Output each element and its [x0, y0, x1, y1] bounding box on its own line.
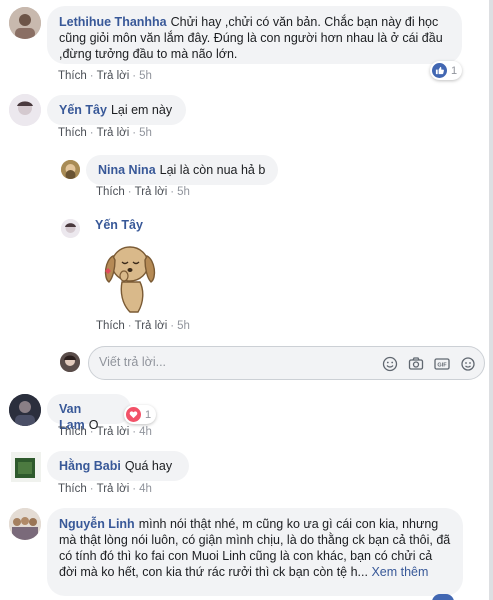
- comment-bubble: Lethihue Thanhha Chửi hay ,chửi có văn bả…: [47, 6, 462, 64]
- reply-time[interactable]: 5h: [177, 186, 190, 198]
- reply-author[interactable]: Yến Tây: [95, 218, 143, 232]
- comment-text: Lại em này: [110, 103, 173, 117]
- gif-icon[interactable]: GIF: [433, 355, 451, 373]
- reply-link[interactable]: Trả lời: [97, 426, 130, 438]
- comment-actions: Thích · Trả lời · 5h: [58, 70, 152, 82]
- avatar[interactable]: [11, 452, 41, 482]
- svg-text:GIF: GIF: [437, 363, 447, 369]
- emoji-icon[interactable]: [381, 355, 399, 373]
- reply-input[interactable]: [99, 355, 319, 369]
- comment-actions: Thích · Trả lời · 4h: [58, 426, 152, 438]
- like-reaction-icon: [432, 63, 447, 78]
- comment-actions: Thích · Trả lời · 4h: [58, 483, 152, 495]
- avatar[interactable]: [61, 219, 80, 238]
- camera-icon[interactable]: [407, 355, 425, 373]
- reaction-count: 1: [145, 408, 152, 421]
- like-link[interactable]: Thích: [96, 186, 125, 198]
- reply-text: Lại là còn nua hả b: [159, 163, 266, 177]
- sticker-icon[interactable]: [459, 355, 477, 373]
- comment-time[interactable]: 5h: [139, 127, 152, 139]
- reaction-badge[interactable]: 1: [124, 405, 157, 424]
- comment-author[interactable]: Hằng Babi: [59, 459, 121, 473]
- like-link[interactable]: Thích: [58, 127, 87, 139]
- reply-bubble: Nina Nina Lại là còn nua hả b: [86, 155, 278, 185]
- comment-actions: Thích · Trả lời · 5h: [58, 127, 152, 139]
- reply-link[interactable]: Trả lời: [97, 70, 130, 82]
- avatar[interactable]: [9, 508, 41, 540]
- comment-author[interactable]: Nguyễn Linh: [59, 517, 135, 531]
- reply-link[interactable]: Trả lời: [97, 127, 130, 139]
- like-link[interactable]: Thích: [58, 426, 87, 438]
- see-more-link[interactable]: Xem thêm: [371, 565, 428, 579]
- comment-bubble: Nguyễn Linh mình nói thật nhé, m cũng ko …: [47, 508, 463, 596]
- avatar[interactable]: [9, 94, 41, 126]
- reply-link[interactable]: Trả lời: [97, 483, 130, 495]
- reply-input-container[interactable]: GIF: [88, 346, 485, 380]
- reply-actions: Thích · Trả lời · 5h: [96, 320, 190, 332]
- comment-bubble: Hằng Babi Quá hay: [47, 451, 189, 481]
- reply-actions: Thích · Trả lời · 5h: [96, 186, 190, 198]
- reaction-count: 1: [451, 64, 458, 77]
- avatar[interactable]: [9, 394, 41, 426]
- love-reaction-icon: [126, 407, 141, 422]
- comment-text: Quá hay: [124, 459, 173, 473]
- comment-time[interactable]: 5h: [139, 70, 152, 82]
- avatar: [60, 352, 80, 372]
- reply-link[interactable]: Trả lời: [135, 320, 168, 332]
- like-link[interactable]: Thích: [96, 320, 125, 332]
- reaction-badge-partial[interactable]: [432, 594, 454, 600]
- reply-author[interactable]: Nina Nina: [98, 163, 156, 177]
- comment-bubble: Yến Tây Lại em này: [47, 95, 186, 125]
- comment-author[interactable]: Lethihue Thanhha: [59, 15, 167, 29]
- like-link[interactable]: Thích: [58, 70, 87, 82]
- dog-kiss-sticker: [100, 238, 160, 316]
- scrollbar-track[interactable]: [489, 0, 493, 600]
- reply-link[interactable]: Trả lời: [135, 186, 168, 198]
- comment-time[interactable]: 4h: [139, 426, 152, 438]
- like-link[interactable]: Thích: [58, 483, 87, 495]
- comment-author[interactable]: Yến Tây: [59, 103, 107, 117]
- reply-time[interactable]: 5h: [177, 320, 190, 332]
- avatar[interactable]: [61, 160, 80, 179]
- reaction-badge[interactable]: 1: [430, 61, 463, 80]
- avatar[interactable]: [9, 7, 41, 39]
- comment-time[interactable]: 4h: [139, 483, 152, 495]
- comment-bubble: Van Lam O: [47, 394, 131, 432]
